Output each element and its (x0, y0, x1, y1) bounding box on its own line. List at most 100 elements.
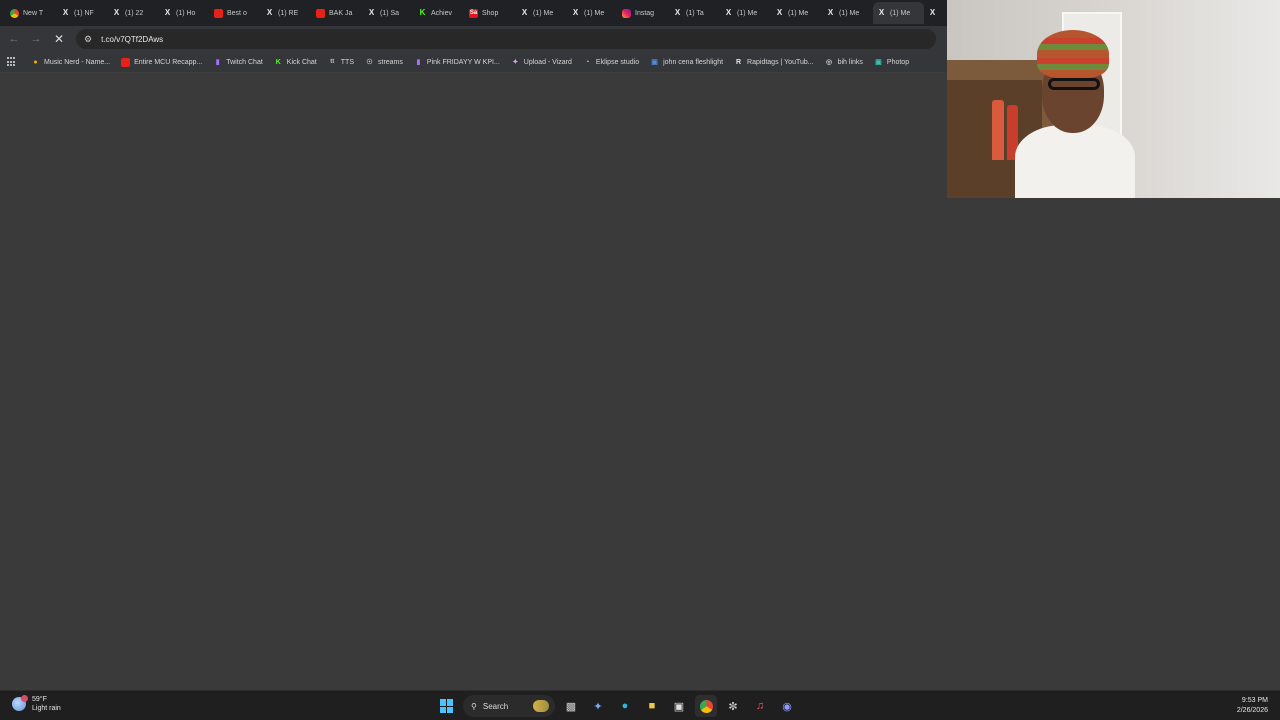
apps-grid-icon[interactable] (7, 57, 17, 67)
task-view-icon[interactable]: ▩ (560, 695, 582, 717)
bookmark-item[interactable]: ● Music Nerd - Name... (31, 58, 110, 67)
browser-tab[interactable]: X (1) Sa (363, 2, 414, 24)
x-icon: X (827, 8, 834, 17)
bookmark-item[interactable]: ◎ bih links (825, 58, 863, 67)
browser-tab[interactable]: X (1) Ho (159, 2, 210, 24)
bookmark-item[interactable]: K Kick Chat (274, 58, 317, 67)
tab-title: Best o (227, 9, 247, 17)
bookmark-label: Twitch Chat (226, 58, 263, 66)
browser-tab[interactable]: X (1) Ta (669, 2, 720, 24)
browser-tab[interactable]: X (1) NF (57, 2, 108, 24)
forward-button[interactable]: → (25, 28, 47, 50)
x-icon: X (674, 8, 681, 17)
search-highlight-icon (533, 700, 549, 712)
bookmark-item[interactable]: R Rapidtags | YouTub... (734, 58, 814, 67)
tab-title: (1) Me (737, 9, 758, 17)
x-icon: X (113, 8, 120, 17)
chrome-icon[interactable] (695, 695, 717, 717)
taskbar: 59°F Light rain ⚲ Search ▩ ✦ ● ■ ▣ ✼ ♫ ◉ (0, 690, 1280, 720)
bookmark-item[interactable]: ▣ john cena fleshlight (650, 58, 723, 67)
bookmark-label: Pink FRIDAYY W KPI... (426, 58, 500, 66)
tab-title: (1) Sa (380, 9, 400, 17)
webcam-overlay (947, 0, 1280, 198)
weather-temp: 59°F (32, 696, 47, 703)
photopea-icon: ▣ (875, 58, 882, 66)
bookmark-label: TTS (340, 58, 354, 66)
browser-tab[interactable]: X (1) Me (567, 2, 618, 24)
x-icon: X (929, 8, 936, 17)
music-icon[interactable]: ♫ (749, 695, 771, 717)
browser-tab[interactable]: BAK Ja (312, 2, 363, 24)
weather-widget[interactable]: 59°F Light rain (12, 695, 61, 713)
weather-desc: Light rain (32, 705, 61, 712)
youtube-icon (214, 8, 223, 18)
x-icon: X (62, 8, 69, 17)
chrome-icon (10, 8, 19, 18)
bookmark-item[interactable]: ▮ Pink FRIDAYY W KPI... (414, 58, 500, 67)
windows-icon (440, 699, 454, 713)
discord-icon[interactable]: ◉ (776, 695, 798, 717)
tab-title: Instag (635, 9, 655, 17)
bookmark-item[interactable]: ▮ Twitch Chat (213, 58, 263, 67)
back-button[interactable]: ← (3, 28, 25, 50)
bookmark-item[interactable]: Entire MCU Recapp... (121, 57, 202, 67)
tab-title: BAK Ja (329, 9, 353, 17)
bookmark-label: streams (378, 58, 403, 66)
tab-title: (1) Me (584, 9, 605, 17)
bookmark-item[interactable]: tt TTS (328, 58, 354, 67)
browser-tab[interactable]: X (1) RE (261, 2, 312, 24)
system-clock[interactable]: 9:53 PM 2/26/2026 (1237, 696, 1268, 716)
x-icon: X (725, 8, 732, 17)
browser-tab[interactable]: X (1) Me (720, 2, 771, 24)
browser-tab[interactable]: X (1) Me (873, 2, 924, 24)
clock-time: 9:53 PM (1241, 697, 1268, 704)
clock-date: 2/26/2026 (1236, 707, 1268, 714)
site-info-icon[interactable]: ⚙ (84, 34, 92, 45)
x-icon: X (368, 8, 375, 17)
music-icon: ● (33, 58, 38, 66)
bookmark-item[interactable]: ◔ Eklipse studio (583, 58, 639, 67)
bookmark-item[interactable]: ☉ streams (365, 58, 403, 67)
bookmark-label: Kick Chat (286, 58, 317, 66)
rapidtags-icon: R (736, 58, 742, 66)
taskbar-search[interactable]: ⚲ Search (463, 695, 555, 717)
tab-title: (1) Ta (686, 9, 704, 17)
url-text[interactable]: t.co/v7QTf2DAws (101, 35, 163, 44)
store-icon[interactable]: ▣ (668, 695, 690, 717)
bookmark-item[interactable]: ▣ Photop (874, 58, 909, 67)
kick-icon: K (275, 58, 281, 66)
address-bar[interactable]: ⚙ t.co/v7QTf2DAws (76, 29, 936, 49)
tab-title: New T (23, 9, 44, 17)
x-icon: X (878, 8, 885, 17)
browser-tab[interactable]: New T (6, 2, 57, 24)
browser-tab[interactable]: X (1) Me (516, 2, 567, 24)
file-explorer-icon[interactable]: ■ (641, 695, 663, 717)
tab-title: (1) RE (278, 9, 299, 17)
tab-title: (1) Me (788, 9, 809, 17)
youtube-icon (121, 57, 131, 67)
browser-tab[interactable]: Best o (210, 2, 261, 24)
copilot-icon[interactable]: ✦ (587, 695, 609, 717)
browser-tab[interactable]: X (1) Me (822, 2, 873, 24)
browser-tab[interactable]: Instag (618, 2, 669, 24)
start-button[interactable] (436, 695, 458, 717)
browser-tab[interactable]: Sa Shop (465, 2, 516, 24)
browser-tab[interactable]: K Achiev (414, 2, 465, 24)
x-icon: X (521, 8, 528, 17)
globe-icon: ◎ (826, 58, 833, 66)
browser-tab[interactable]: X (1) Me (771, 2, 822, 24)
tab-title: (1) Me (533, 9, 554, 17)
x-icon: X (776, 8, 783, 17)
tab-title: (1) Me (839, 9, 860, 17)
tab-title: (1) Ho (176, 9, 196, 17)
bookmark-label: Rapidtags | YouTub... (747, 58, 814, 66)
stop-loading-button[interactable]: ✕ (48, 28, 70, 50)
edge-icon[interactable]: ● (614, 695, 636, 717)
search-icon: ⚲ (471, 701, 477, 711)
tab-title: (1) Me (890, 9, 911, 17)
obs-icon[interactable]: ✼ (722, 695, 744, 717)
tab-title: (1) 22 (125, 9, 144, 17)
bookmark-item[interactable]: ✦ Upload - Vizard (511, 58, 572, 67)
browser-tab[interactable]: X (1) 22 (108, 2, 159, 24)
tab-title: Shop (482, 9, 499, 17)
